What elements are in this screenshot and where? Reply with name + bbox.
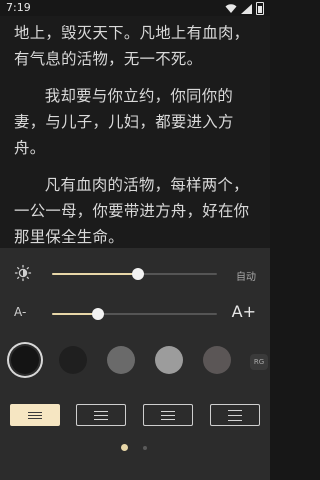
paragraph: 凡有血肉的活物，每样两个，一公一母，你要带进方舟，好在你那里保全生命。 bbox=[14, 176, 250, 246]
status-icons bbox=[225, 2, 264, 15]
brightness-slider[interactable] bbox=[52, 268, 217, 280]
spacing-relaxed-button[interactable] bbox=[143, 404, 193, 426]
auto-brightness-toggle[interactable]: 自动 bbox=[236, 268, 256, 283]
font-size-slider-thumb[interactable] bbox=[92, 308, 105, 320]
spacing-line-icon bbox=[28, 411, 42, 413]
reading-settings-panel: 自动 A- A+ RG bbox=[0, 248, 270, 480]
paragraph: 地上，毁灭天下。凡地上有血肉，有气息的活物，无一不死。 bbox=[14, 24, 250, 68]
spacing-line-icon bbox=[161, 418, 175, 420]
font-increase-button[interactable]: A+ bbox=[232, 302, 256, 321]
brightness-slider-fill bbox=[52, 273, 138, 275]
status-bar: 7:19 bbox=[0, 0, 270, 16]
page-indicator bbox=[0, 444, 270, 456]
spacing-line-icon bbox=[28, 414, 42, 416]
spacing-line-icon bbox=[161, 410, 175, 412]
theme-swatch-dark[interactable] bbox=[59, 346, 87, 374]
theme-swatch-taupe[interactable] bbox=[203, 346, 231, 374]
spacing-line-icon bbox=[228, 409, 242, 411]
brightness-row: 自动 bbox=[0, 262, 270, 286]
theme-swatch-gray[interactable] bbox=[107, 346, 135, 374]
reading-content[interactable]: 地上，毁灭天下。凡地上有血肉，有气息的活物，无一不死。 我却要与你立约，你同你的… bbox=[0, 16, 270, 248]
line-spacing-selector bbox=[0, 404, 270, 428]
spacing-line-icon bbox=[161, 414, 175, 416]
spacing-normal-button[interactable] bbox=[76, 404, 126, 426]
font-size-slider[interactable] bbox=[52, 308, 217, 320]
brightness-slider-thumb[interactable] bbox=[131, 268, 144, 280]
font-decrease-button[interactable]: A- bbox=[14, 305, 26, 319]
theme-selector: RG bbox=[0, 342, 270, 382]
spacing-line-icon bbox=[94, 418, 108, 420]
theme-swatch-black[interactable] bbox=[11, 346, 39, 374]
battery-icon bbox=[256, 2, 264, 15]
spacing-compact-button[interactable] bbox=[10, 404, 60, 426]
brightness-icon bbox=[14, 264, 32, 282]
spacing-line-icon bbox=[94, 410, 108, 412]
wifi-icon bbox=[225, 3, 237, 13]
status-time: 7:19 bbox=[6, 1, 31, 14]
font-size-row: A- A+ bbox=[0, 302, 270, 326]
more-themes-button[interactable]: RG bbox=[250, 354, 268, 370]
spacing-line-icon bbox=[94, 414, 108, 416]
paragraph: 我却要与你立约，你同你的妻，与儿子，儿妇，都要进入方舟。 bbox=[14, 87, 234, 157]
theme-swatch-light-gray[interactable] bbox=[155, 346, 183, 374]
spacing-loose-button[interactable] bbox=[210, 404, 260, 426]
signal-icon bbox=[241, 3, 252, 14]
page-dot[interactable] bbox=[143, 445, 147, 450]
spacing-line-icon bbox=[28, 417, 42, 419]
spacing-line-icon bbox=[228, 414, 242, 416]
page-dot[interactable] bbox=[121, 444, 128, 451]
spacing-line-icon bbox=[228, 419, 242, 421]
